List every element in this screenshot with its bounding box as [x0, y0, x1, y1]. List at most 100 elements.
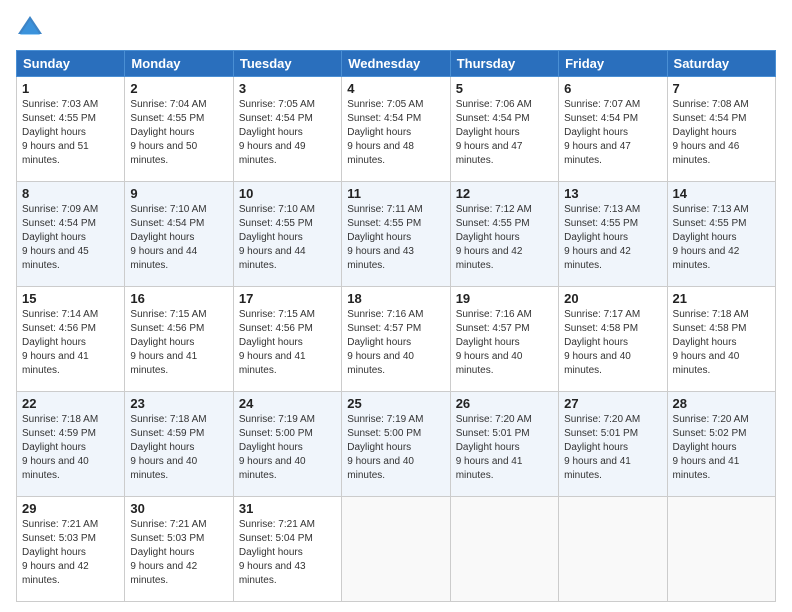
day-cell: 15 Sunrise: 7:14 AMSunset: 4:56 PMDaylig…: [17, 287, 125, 392]
day-cell: 26 Sunrise: 7:20 AMSunset: 5:01 PMDaylig…: [450, 392, 558, 497]
day-info: Sunrise: 7:03 AMSunset: 4:55 PMDaylight …: [22, 99, 98, 166]
day-cell: [559, 497, 667, 602]
day-number: 11: [347, 186, 444, 201]
day-cell: [667, 497, 775, 602]
day-cell: 13 Sunrise: 7:13 AMSunset: 4:55 PMDaylig…: [559, 182, 667, 287]
day-info: Sunrise: 7:12 AMSunset: 4:55 PMDaylight …: [456, 204, 532, 271]
weekday-header-sunday: Sunday: [17, 51, 125, 77]
day-info: Sunrise: 7:20 AMSunset: 5:01 PMDaylight …: [456, 414, 532, 481]
calendar-table: SundayMondayTuesdayWednesdayThursdayFrid…: [16, 50, 776, 602]
day-cell: 5 Sunrise: 7:06 AMSunset: 4:54 PMDayligh…: [450, 77, 558, 182]
day-number: 14: [673, 186, 770, 201]
day-info: Sunrise: 7:15 AMSunset: 4:56 PMDaylight …: [239, 309, 315, 376]
day-cell: 17 Sunrise: 7:15 AMSunset: 4:56 PMDaylig…: [233, 287, 341, 392]
day-cell: 25 Sunrise: 7:19 AMSunset: 5:00 PMDaylig…: [342, 392, 450, 497]
page: SundayMondayTuesdayWednesdayThursdayFrid…: [0, 0, 792, 612]
week-row-4: 22 Sunrise: 7:18 AMSunset: 4:59 PMDaylig…: [17, 392, 776, 497]
day-number: 17: [239, 291, 336, 306]
day-cell: 14 Sunrise: 7:13 AMSunset: 4:55 PMDaylig…: [667, 182, 775, 287]
day-info: Sunrise: 7:05 AMSunset: 4:54 PMDaylight …: [239, 99, 315, 166]
day-number: 10: [239, 186, 336, 201]
day-info: Sunrise: 7:20 AMSunset: 5:01 PMDaylight …: [564, 414, 640, 481]
day-info: Sunrise: 7:11 AMSunset: 4:55 PMDaylight …: [347, 204, 422, 271]
day-number: 23: [130, 396, 227, 411]
day-cell: 30 Sunrise: 7:21 AMSunset: 5:03 PMDaylig…: [125, 497, 233, 602]
day-number: 5: [456, 81, 553, 96]
day-number: 28: [673, 396, 770, 411]
day-info: Sunrise: 7:06 AMSunset: 4:54 PMDaylight …: [456, 99, 532, 166]
day-info: Sunrise: 7:10 AMSunset: 4:54 PMDaylight …: [130, 204, 206, 271]
day-cell: 9 Sunrise: 7:10 AMSunset: 4:54 PMDayligh…: [125, 182, 233, 287]
day-cell: 18 Sunrise: 7:16 AMSunset: 4:57 PMDaylig…: [342, 287, 450, 392]
day-number: 8: [22, 186, 119, 201]
day-cell: 2 Sunrise: 7:04 AMSunset: 4:55 PMDayligh…: [125, 77, 233, 182]
logo: [16, 14, 48, 42]
day-number: 27: [564, 396, 661, 411]
day-number: 22: [22, 396, 119, 411]
day-cell: 10 Sunrise: 7:10 AMSunset: 4:55 PMDaylig…: [233, 182, 341, 287]
weekday-header-saturday: Saturday: [667, 51, 775, 77]
day-info: Sunrise: 7:18 AMSunset: 4:59 PMDaylight …: [130, 414, 206, 481]
day-cell: [450, 497, 558, 602]
day-number: 21: [673, 291, 770, 306]
header: [16, 14, 776, 42]
day-cell: 24 Sunrise: 7:19 AMSunset: 5:00 PMDaylig…: [233, 392, 341, 497]
day-info: Sunrise: 7:13 AMSunset: 4:55 PMDaylight …: [673, 204, 749, 271]
day-number: 31: [239, 501, 336, 516]
day-cell: 28 Sunrise: 7:20 AMSunset: 5:02 PMDaylig…: [667, 392, 775, 497]
day-info: Sunrise: 7:16 AMSunset: 4:57 PMDaylight …: [456, 309, 532, 376]
day-info: Sunrise: 7:05 AMSunset: 4:54 PMDaylight …: [347, 99, 423, 166]
day-cell: 7 Sunrise: 7:08 AMSunset: 4:54 PMDayligh…: [667, 77, 775, 182]
weekday-header-row: SundayMondayTuesdayWednesdayThursdayFrid…: [17, 51, 776, 77]
day-info: Sunrise: 7:18 AMSunset: 4:58 PMDaylight …: [673, 309, 749, 376]
day-info: Sunrise: 7:14 AMSunset: 4:56 PMDaylight …: [22, 309, 98, 376]
day-cell: 8 Sunrise: 7:09 AMSunset: 4:54 PMDayligh…: [17, 182, 125, 287]
weekday-header-wednesday: Wednesday: [342, 51, 450, 77]
day-info: Sunrise: 7:21 AMSunset: 5:03 PMDaylight …: [130, 519, 206, 586]
day-info: Sunrise: 7:07 AMSunset: 4:54 PMDaylight …: [564, 99, 640, 166]
logo-icon: [16, 14, 44, 42]
day-info: Sunrise: 7:19 AMSunset: 5:00 PMDaylight …: [347, 414, 423, 481]
day-cell: 19 Sunrise: 7:16 AMSunset: 4:57 PMDaylig…: [450, 287, 558, 392]
day-number: 29: [22, 501, 119, 516]
day-cell: 20 Sunrise: 7:17 AMSunset: 4:58 PMDaylig…: [559, 287, 667, 392]
day-number: 15: [22, 291, 119, 306]
day-cell: 3 Sunrise: 7:05 AMSunset: 4:54 PMDayligh…: [233, 77, 341, 182]
day-number: 18: [347, 291, 444, 306]
weekday-header-tuesday: Tuesday: [233, 51, 341, 77]
day-cell: 16 Sunrise: 7:15 AMSunset: 4:56 PMDaylig…: [125, 287, 233, 392]
day-info: Sunrise: 7:04 AMSunset: 4:55 PMDaylight …: [130, 99, 206, 166]
week-row-1: 1 Sunrise: 7:03 AMSunset: 4:55 PMDayligh…: [17, 77, 776, 182]
day-cell: 29 Sunrise: 7:21 AMSunset: 5:03 PMDaylig…: [17, 497, 125, 602]
week-row-5: 29 Sunrise: 7:21 AMSunset: 5:03 PMDaylig…: [17, 497, 776, 602]
day-cell: 6 Sunrise: 7:07 AMSunset: 4:54 PMDayligh…: [559, 77, 667, 182]
day-cell: 31 Sunrise: 7:21 AMSunset: 5:04 PMDaylig…: [233, 497, 341, 602]
day-cell: [342, 497, 450, 602]
day-number: 12: [456, 186, 553, 201]
day-info: Sunrise: 7:08 AMSunset: 4:54 PMDaylight …: [673, 99, 749, 166]
day-cell: 1 Sunrise: 7:03 AMSunset: 4:55 PMDayligh…: [17, 77, 125, 182]
week-row-3: 15 Sunrise: 7:14 AMSunset: 4:56 PMDaylig…: [17, 287, 776, 392]
day-number: 9: [130, 186, 227, 201]
day-info: Sunrise: 7:10 AMSunset: 4:55 PMDaylight …: [239, 204, 315, 271]
weekday-header-friday: Friday: [559, 51, 667, 77]
day-info: Sunrise: 7:17 AMSunset: 4:58 PMDaylight …: [564, 309, 640, 376]
day-number: 7: [673, 81, 770, 96]
day-info: Sunrise: 7:15 AMSunset: 4:56 PMDaylight …: [130, 309, 206, 376]
week-row-2: 8 Sunrise: 7:09 AMSunset: 4:54 PMDayligh…: [17, 182, 776, 287]
day-number: 24: [239, 396, 336, 411]
day-number: 16: [130, 291, 227, 306]
day-info: Sunrise: 7:13 AMSunset: 4:55 PMDaylight …: [564, 204, 640, 271]
day-info: Sunrise: 7:20 AMSunset: 5:02 PMDaylight …: [673, 414, 749, 481]
day-info: Sunrise: 7:16 AMSunset: 4:57 PMDaylight …: [347, 309, 423, 376]
day-number: 2: [130, 81, 227, 96]
day-cell: 21 Sunrise: 7:18 AMSunset: 4:58 PMDaylig…: [667, 287, 775, 392]
day-cell: 27 Sunrise: 7:20 AMSunset: 5:01 PMDaylig…: [559, 392, 667, 497]
day-cell: 23 Sunrise: 7:18 AMSunset: 4:59 PMDaylig…: [125, 392, 233, 497]
day-number: 13: [564, 186, 661, 201]
day-info: Sunrise: 7:21 AMSunset: 5:04 PMDaylight …: [239, 519, 315, 586]
day-number: 19: [456, 291, 553, 306]
day-info: Sunrise: 7:21 AMSunset: 5:03 PMDaylight …: [22, 519, 98, 586]
day-info: Sunrise: 7:09 AMSunset: 4:54 PMDaylight …: [22, 204, 98, 271]
day-number: 20: [564, 291, 661, 306]
